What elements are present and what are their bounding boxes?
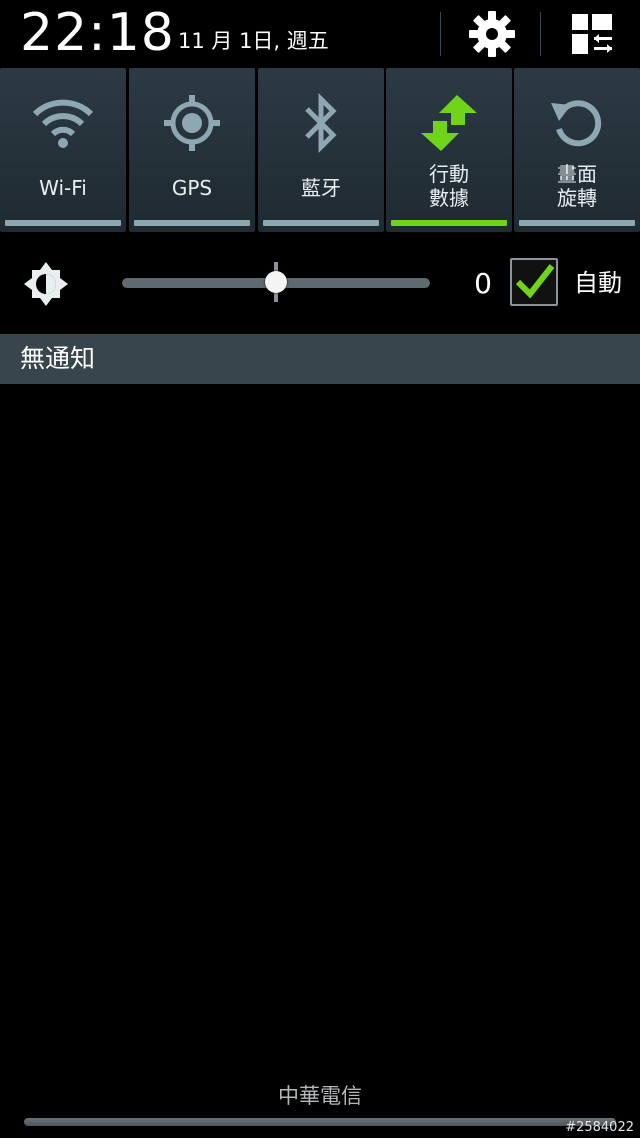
clock-time: 22:18 (20, 3, 175, 63)
rotate-icon (551, 100, 602, 147)
gear-icon (469, 11, 515, 57)
no-notifications-text: 無通知 (20, 344, 96, 373)
mobile-data-icon (421, 95, 477, 151)
toggle-label: GPS (171, 176, 213, 200)
toggle-state-bar (391, 220, 507, 226)
toggle-label: 畫面 旋轉 (557, 162, 597, 210)
bluetooth-icon (305, 92, 337, 154)
gps-icon (164, 95, 220, 151)
quick-toggles: Wi-Fi GPS 藍牙 行動 數據 畫面 旋轉 (0, 68, 640, 232)
toggle-state-bar (263, 220, 379, 226)
toggle-bluetooth[interactable]: 藍牙 (258, 68, 384, 232)
toggle-label: 藍牙 (301, 176, 341, 200)
notifications-header: 無通知 (0, 334, 640, 384)
multiwindow-button[interactable] (560, 6, 624, 62)
date-label: 11 月 1日, 週五 (178, 29, 329, 53)
carrier-label: 中華電信 (278, 1084, 362, 1108)
auto-brightness-checkbox[interactable] (510, 258, 558, 306)
toggle-state-bar (519, 220, 635, 226)
auto-brightness-label: 自動 (574, 269, 622, 297)
toggle-wifi[interactable]: Wi-Fi (0, 68, 126, 232)
toggle-label: 行動 數據 (429, 162, 469, 210)
header-divider (540, 12, 541, 56)
brightness-row: 0 自動 (0, 232, 640, 334)
toggle-screen-rotation[interactable]: 畫面 旋轉 (514, 68, 640, 232)
checkmark-icon (515, 264, 555, 299)
status-header: 22:18 11 月 1日, 週五 (0, 0, 640, 68)
settings-button[interactable] (460, 6, 524, 62)
brightness-value: 0 (474, 267, 492, 300)
toggle-state-bar (5, 220, 121, 226)
toggle-label: Wi-Fi (39, 176, 87, 200)
brightness-slider-thumb[interactable] (265, 271, 287, 293)
grid-switch-icon (572, 14, 612, 54)
toggle-mobile-data[interactable]: 行動 數據 (386, 68, 512, 232)
wifi-icon (32, 99, 94, 148)
panel-drag-handle[interactable] (24, 1118, 616, 1126)
watermark-text: #2584022 (565, 1120, 634, 1135)
header-divider (440, 12, 441, 56)
toggle-gps[interactable]: GPS (129, 68, 255, 232)
brightness-icon (24, 262, 68, 306)
toggle-state-bar (134, 220, 250, 226)
